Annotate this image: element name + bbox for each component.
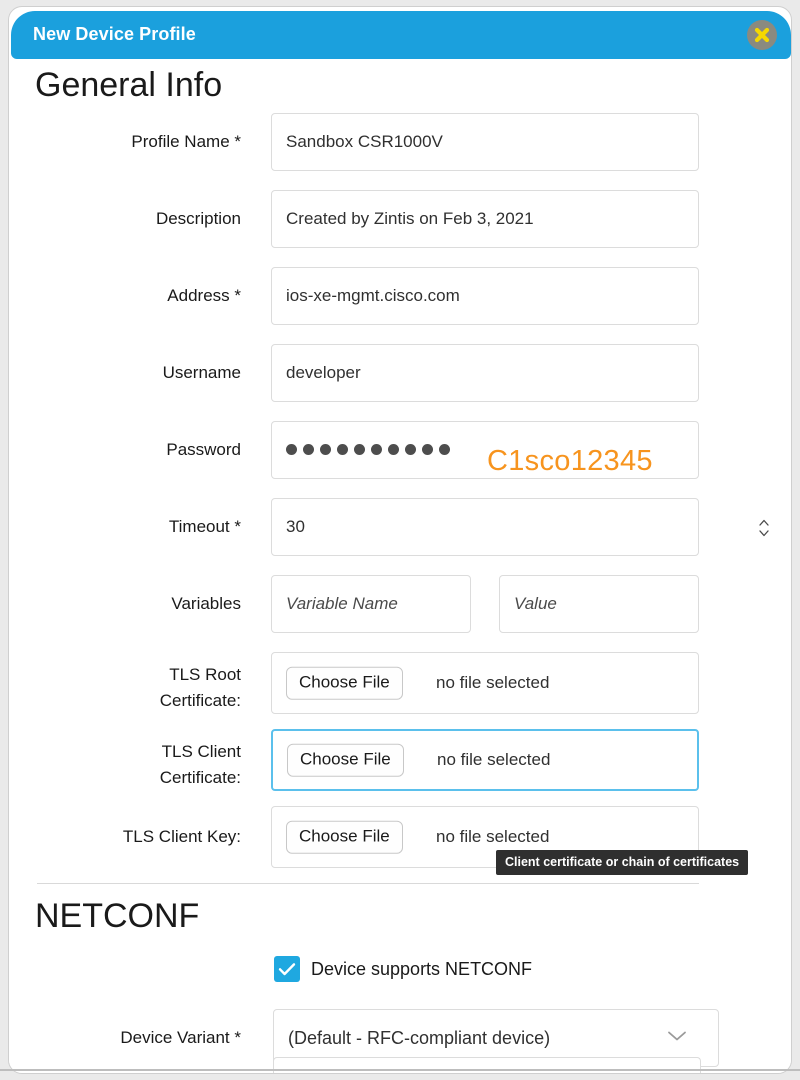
label-address: Address * — [167, 286, 241, 305]
label-description: Description — [155, 209, 241, 228]
label-tls-root-certificate: TLS Root Certificate: — [9, 662, 241, 714]
password-mask-dots — [286, 444, 456, 456]
filepicker-tls-client-certificate[interactable]: Choose File no file selected — [271, 729, 699, 791]
label-tls-client-certificate-line1: TLS Client — [161, 742, 241, 761]
filepicker-tls-root-certificate[interactable]: Choose File no file selected — [271, 652, 699, 714]
choose-file-button-tls-client-certificate[interactable]: Choose File — [287, 743, 404, 777]
label-timeout: Timeout * — [168, 517, 241, 536]
spinner-updown-icon — [759, 519, 769, 537]
tooltip-tls-client-certificate: Client certificate or chain of certifica… — [496, 850, 749, 875]
timeout-stepper[interactable] — [757, 516, 771, 538]
dialog-titlebar: New Device Profile — [11, 11, 791, 59]
label-tls-root-certificate-line2: Certificate: — [159, 691, 241, 710]
close-x-icon — [754, 27, 770, 43]
label-profile-name: Profile Name * — [131, 132, 241, 151]
chevron-down-icon — [666, 1029, 688, 1048]
input-password[interactable]: C1sco12345 — [271, 421, 699, 479]
choose-file-button-tls-client-key[interactable]: Choose File — [286, 820, 403, 854]
label-device-variant: Device Variant * — [120, 1028, 241, 1047]
input-profile-name[interactable]: Sandbox CSR1000V — [271, 113, 699, 171]
file-status-tls-client-key: no file selected — [436, 827, 550, 846]
file-status-tls-root-certificate: no file selected — [436, 673, 550, 692]
input-next-field-partial[interactable] — [273, 1057, 701, 1073]
close-button[interactable] — [747, 20, 777, 50]
bottom-edge-rule — [0, 1069, 800, 1071]
choose-file-button-tls-root-certificate[interactable]: Choose File — [286, 666, 403, 700]
password-annotation: C1sco12345 — [487, 445, 653, 477]
label-password: Password — [166, 440, 241, 459]
label-username: Username — [162, 363, 241, 382]
input-address[interactable]: ios-xe-mgmt.cisco.com — [271, 267, 699, 325]
dialog-title: New Device Profile — [33, 24, 196, 44]
input-variable-name[interactable]: Variable Name — [271, 575, 471, 633]
dialog-body: General Info Profile Name * Sandbox CSR1… — [9, 59, 791, 1069]
label-device-supports-netconf: Device supports NETCONF — [311, 959, 533, 979]
label-variables: Variables — [171, 594, 241, 613]
section-heading-netconf: NETCONF — [35, 897, 200, 935]
section-divider — [37, 883, 699, 884]
input-description[interactable]: Created by Zintis on Feb 3, 2021 — [271, 190, 699, 248]
checkbox-device-supports-netconf[interactable] — [274, 956, 300, 982]
label-tls-root-certificate-line1: TLS Root — [169, 665, 241, 684]
label-tls-client-key: TLS Client Key: — [122, 827, 241, 846]
section-heading-general-info: General Info — [35, 66, 223, 104]
label-tls-client-certificate-line2: Certificate: — [159, 768, 241, 787]
input-username[interactable]: developer — [271, 344, 699, 402]
label-tls-client-certificate: TLS Client Certificate: — [9, 739, 241, 791]
new-device-profile-dialog: New Device Profile General Info Profile … — [8, 6, 792, 1074]
screen: New Device Profile General Info Profile … — [0, 0, 800, 1080]
input-variable-value[interactable]: Value — [499, 575, 699, 633]
file-status-tls-client-certificate: no file selected — [437, 750, 551, 769]
input-timeout[interactable]: 30 — [271, 498, 699, 556]
checkmark-icon — [278, 963, 296, 976]
